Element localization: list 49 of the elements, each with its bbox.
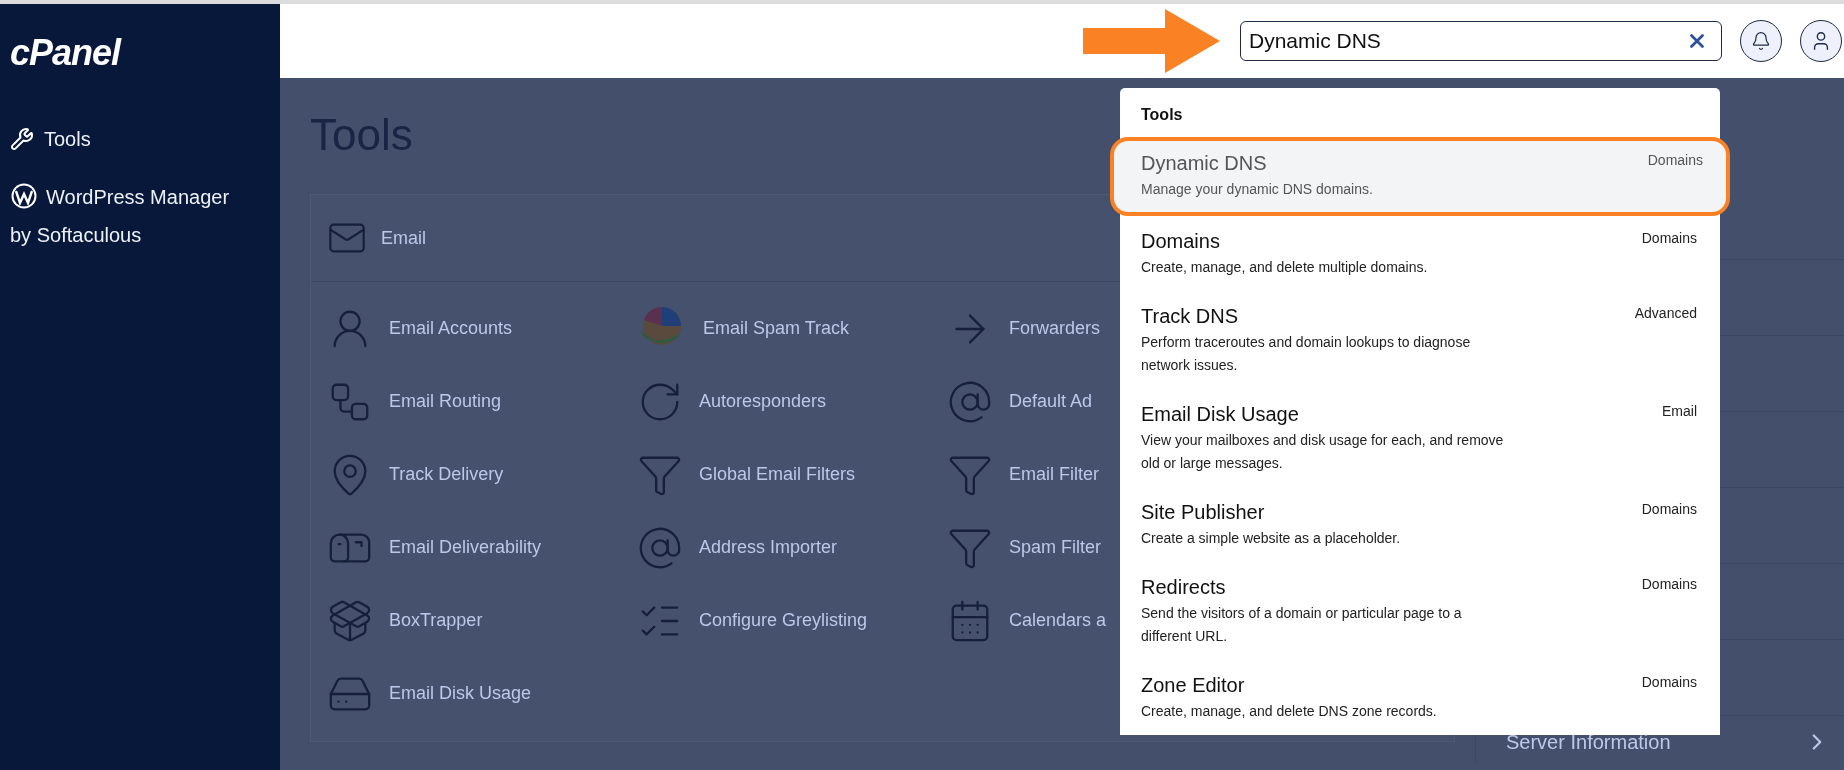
result-title: Dynamic DNS (1141, 151, 1267, 176)
result-category: Domains (1647, 151, 1703, 170)
tool-link[interactable]: Email Disk Usage (327, 657, 532, 730)
result-description: Create a simple website as a placeholder. (1141, 529, 1401, 548)
result-description: Perform traceroutes and domain lookups to diagnose network issues. (1141, 333, 1472, 375)
menu-heading: Tools (1141, 106, 1183, 124)
result-description: Manage your dynamic DNS domains. (1141, 180, 1373, 199)
notifications-button[interactable] (1740, 20, 1782, 62)
tool-link[interactable]: Email Deliverability (327, 511, 542, 584)
tool-link[interactable]: Global Email Filters (637, 438, 856, 511)
sidebar-item[interactable]: Tools (10, 120, 250, 158)
result-title: Email Disk Usage (1141, 402, 1299, 427)
tool-link[interactable]: Email Routing (327, 365, 502, 438)
tool-link[interactable]: Email Spam Track (637, 292, 850, 365)
tool-link[interactable]: Autoresponders (637, 365, 827, 438)
result-category: Domains (1641, 229, 1697, 248)
result-category: Domains (1641, 500, 1697, 519)
result-description: Send the visitors of a domain or particular page to a different URL. (1141, 604, 1463, 646)
result-description: View your mailboxes and disk usage for each, and remove old or large messages. (1141, 431, 1505, 473)
result-title: Domains (1141, 229, 1220, 254)
result-title: Site Publisher (1141, 500, 1265, 525)
section-title: Email (381, 227, 426, 249)
tool-link[interactable]: Forwarders (947, 292, 1101, 365)
tool-link[interactable]: Default Ad (947, 365, 1093, 438)
tool-link[interactable]: Track Delivery (327, 438, 504, 511)
tool-link[interactable]: Email Accounts (327, 292, 513, 365)
result-description: Create, manage, and delete multiple domains. (1141, 258, 1428, 277)
tool-link[interactable]: Spam Filter (947, 511, 1102, 584)
result-category: Domains (1641, 575, 1697, 594)
tools-icon (10, 127, 34, 151)
result-description: Create, manage, and delete DNS zone records. (1141, 702, 1437, 721)
result-title: Redirects (1141, 575, 1226, 600)
result-title: Track DNS (1141, 304, 1239, 329)
result-category: Advanced (1634, 304, 1697, 323)
tool-link[interactable]: Address Importer (637, 511, 838, 584)
search-result[interactable]: Dynamic DNS Manage your dynamic DNS domains. Domains (1110, 137, 1730, 216)
search-field[interactable]: Dynamic DNS (1240, 21, 1722, 61)
wordpress-logo-icon (10, 182, 38, 210)
tool-link[interactable]: BoxTrapper (327, 584, 483, 657)
user-button[interactable] (1800, 20, 1842, 62)
tool-link[interactable]: Calendars a (947, 584, 1107, 657)
result-category: Email (1662, 402, 1697, 421)
result-title: Zone Editor (1141, 673, 1245, 698)
cpanel-logo: cPanel (10, 32, 121, 74)
result-category: Domains (1641, 673, 1697, 692)
sidebar-item[interactable]: WordPress Manager by Softaculous (10, 178, 250, 254)
bell-icon (1751, 31, 1771, 51)
tool-link[interactable]: Configure Greylisting (637, 584, 868, 657)
tool-link[interactable]: Email Filter (947, 438, 1099, 511)
